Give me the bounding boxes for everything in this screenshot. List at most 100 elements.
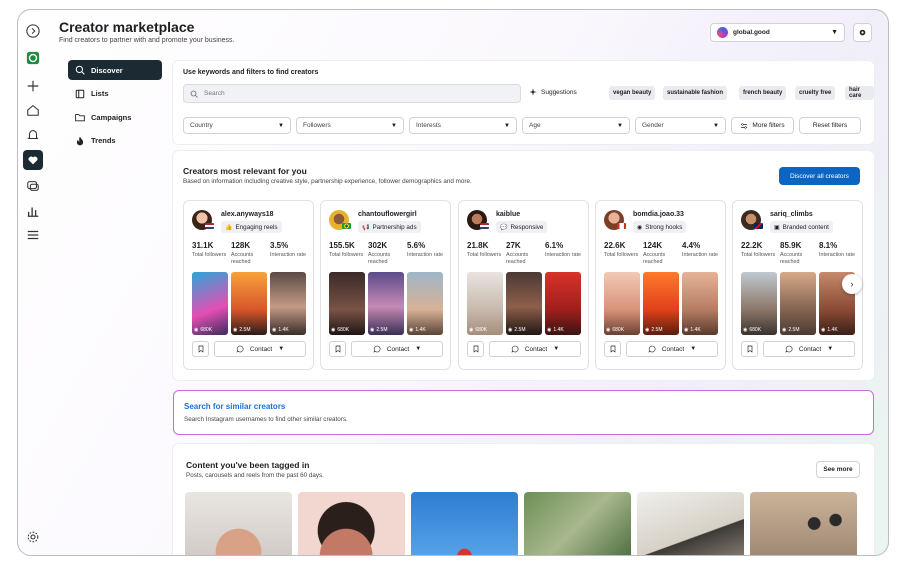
reel-thumbnail[interactable]: ◉ 680K [192, 272, 228, 335]
discover-all-button[interactable]: Discover all creators [779, 167, 860, 185]
reset-filters-button[interactable]: Reset filters [799, 117, 861, 134]
reel-thumbnail[interactable]: ◉ 2.5M [231, 272, 267, 335]
page-subtitle: Find creators to partner with and promot… [59, 37, 235, 44]
reel-thumbnail[interactable]: ◉ 1.4K [682, 272, 718, 335]
stat-followers: 31.1K Total followers [192, 241, 232, 259]
save-to-list-button[interactable] [192, 341, 209, 357]
messages-icon[interactable] [23, 176, 43, 196]
save-to-list-button[interactable] [741, 341, 758, 357]
search-input[interactable]: Search [183, 84, 521, 103]
account-selector[interactable]: global.good ▼ [710, 23, 845, 42]
creator-tag-badge: ▣ Branded content [770, 221, 833, 233]
view-count-value: 680K [337, 327, 350, 333]
bookmark-icon [198, 345, 203, 353]
tagged-content-panel: Content you've been tagged in Posts, car… [173, 444, 874, 555]
stat-interaction-rate: 4.4% Interaction rate [682, 241, 722, 259]
eye-icon: ◉ [233, 327, 238, 333]
contact-button[interactable]: Contact ▼ [626, 341, 718, 357]
contact-label: Contact [661, 345, 685, 353]
creator-username[interactable]: bomdia.joao.33 [633, 211, 684, 218]
carousel-next-button[interactable]: › [842, 274, 862, 294]
age-filter[interactable]: Age ▼ [522, 117, 630, 134]
menu-icon[interactable] [23, 225, 43, 245]
view-count-value: 2.5M [239, 327, 251, 333]
eye-icon: ◉ [782, 327, 787, 333]
contact-button[interactable]: Contact ▼ [214, 341, 306, 357]
settings-icon[interactable] [23, 527, 43, 547]
creator-marketplace-icon[interactable] [23, 150, 43, 170]
reel-thumbnail[interactable]: ◉ 2.5M [780, 272, 816, 335]
eye-icon: ◉ [331, 327, 336, 333]
creator-card[interactable]: kaiblue 💬 Responsive 21.8K Total followe… [458, 200, 589, 370]
folder-icon [74, 112, 86, 122]
creator-card[interactable]: alex.anyways18 👍 Engaging reels 31.1K To… [183, 200, 314, 370]
interests-filter[interactable]: Interests ▼ [409, 117, 517, 134]
gender-filter[interactable]: Gender ▼ [635, 117, 726, 134]
stat-value: 302K [368, 241, 388, 250]
sidebar-item-discover[interactable]: Discover [68, 60, 162, 80]
tagged-post-thumbnail[interactable] [750, 492, 857, 555]
chat-icon [511, 345, 519, 353]
reel-thumbnail[interactable]: ◉ 2.5M [368, 272, 404, 335]
stat-value: 128K [231, 241, 251, 250]
country-filter[interactable]: Country ▼ [183, 117, 291, 134]
save-to-list-button[interactable] [329, 341, 346, 357]
stat-label: Total followers [741, 252, 776, 258]
plus-icon[interactable] [23, 76, 43, 96]
search-icon [190, 90, 198, 98]
tagged-post-thumbnail[interactable] [185, 492, 292, 555]
reel-thumbnail[interactable]: ◉ 680K [604, 272, 640, 335]
notifications-icon[interactable] [23, 125, 43, 145]
contact-button[interactable]: Contact ▼ [489, 341, 581, 357]
insights-icon[interactable] [23, 201, 43, 221]
stat-value: 124K [643, 241, 663, 250]
tagged-post-thumbnail[interactable] [298, 492, 405, 555]
tagged-post-thumbnail[interactable] [637, 492, 744, 555]
branded-content-icon: ▣ [774, 224, 780, 231]
suggestion-chip[interactable]: french beauty [739, 86, 787, 100]
save-to-list-button[interactable] [467, 341, 484, 357]
contact-button[interactable]: Contact ▼ [351, 341, 443, 357]
similar-creators-search[interactable]: Search for similar creators Search Insta… [173, 390, 874, 435]
creator-username[interactable]: sariq_climbs [770, 211, 813, 218]
reel-thumbnail[interactable]: ◉ 680K [467, 272, 503, 335]
reel-thumbnail[interactable]: ◉ 680K [329, 272, 365, 335]
stat-label: Total followers [192, 252, 227, 258]
reel-thumbnail[interactable]: ◉ 1.4K [407, 272, 443, 335]
tagged-post-thumbnail[interactable] [524, 492, 631, 555]
suggestion-chip[interactable]: hair care [845, 86, 874, 100]
creator-username[interactable]: alex.anyways18 [221, 211, 274, 218]
sidebar-item-label: Discover [91, 65, 123, 75]
save-to-list-button[interactable] [604, 341, 621, 357]
sidebar-item-lists[interactable]: Lists [68, 84, 162, 104]
reel-thumbnail[interactable]: ◉ 1.4K [270, 272, 306, 335]
creator-username[interactable]: chantouflowergirl [358, 211, 417, 218]
expand-icon[interactable] [23, 21, 43, 41]
similar-title[interactable]: Search for similar creators [184, 402, 285, 411]
stat-reached: 302K Accounts reached [368, 241, 408, 265]
creator-card[interactable]: bomdia.joao.33 ◉ Strong hooks 22.6K Tota… [595, 200, 726, 370]
reel-thumbnail[interactable]: ◉ 2.5M [506, 272, 542, 335]
tagged-post-thumbnail[interactable] [411, 492, 518, 555]
creator-card[interactable]: chantouflowergirl 📢 Partnership ads 155.… [320, 200, 451, 370]
settings-button[interactable] [853, 23, 872, 42]
sidebar-item-campaigns[interactable]: Campaigns [68, 107, 162, 127]
suggestion-chip[interactable]: sustainable fashion [663, 86, 728, 100]
more-filters-button[interactable]: More filters [731, 117, 794, 134]
reel-thumbnail[interactable]: ◉ 1.4K [545, 272, 581, 335]
suggestion-chip[interactable]: cruelty free [795, 86, 836, 100]
reel-thumbnail[interactable]: ◉ 680K [741, 272, 777, 335]
suggestion-chip[interactable]: vegan beauty [609, 86, 656, 100]
home-icon[interactable] [23, 100, 43, 120]
brand-logo-icon[interactable] [23, 48, 43, 68]
sidebar-item-trends[interactable]: Trends [68, 131, 162, 151]
chevron-down-icon: ▼ [278, 346, 285, 352]
followers-filter[interactable]: Followers ▼ [296, 117, 404, 134]
contact-button[interactable]: Contact ▼ [763, 341, 855, 357]
see-more-button[interactable]: See more [816, 461, 860, 478]
chevron-down-icon: ▼ [553, 346, 560, 352]
creator-username[interactable]: kaiblue [496, 211, 520, 218]
chat-icon [785, 345, 793, 353]
reel-thumbnail[interactable]: ◉ 2.5M [643, 272, 679, 335]
creator-tag-label: Strong hooks [645, 223, 683, 231]
